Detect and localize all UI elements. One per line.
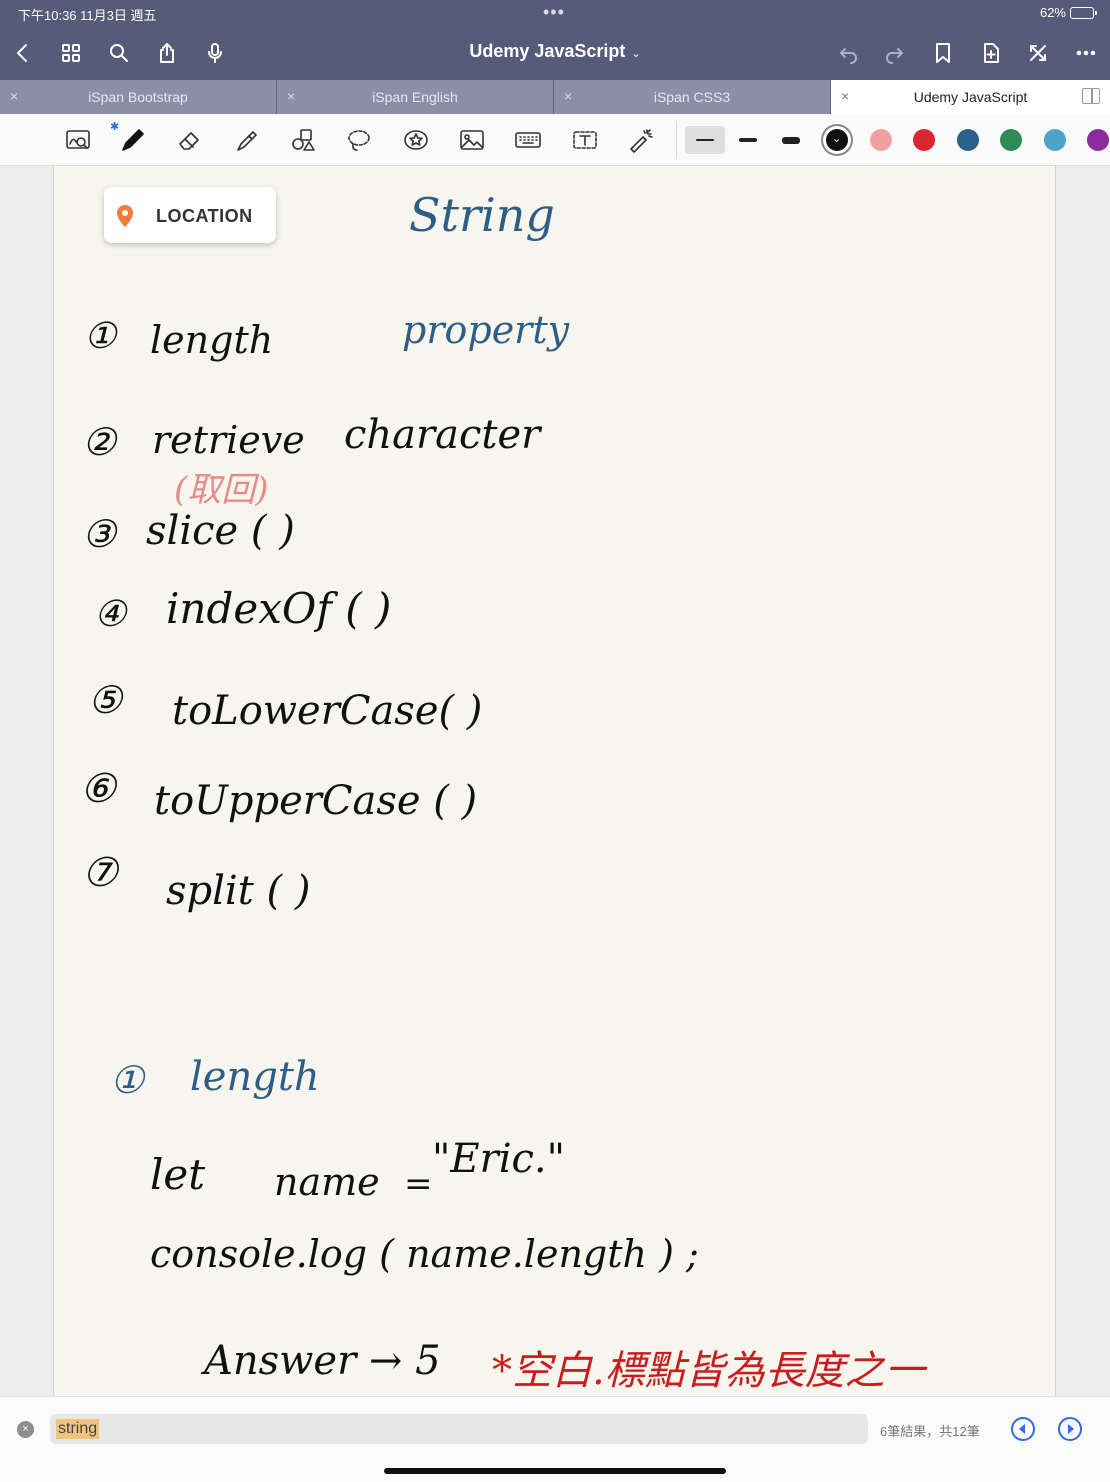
battery-icon [1070,6,1097,19]
notebook-page[interactable]: LOCATION String ① length property ② retr… [53,166,1056,1406]
drawing-toolbar: ✱ [0,114,1110,166]
add-page-icon[interactable] [976,38,1006,68]
note-title: String [409,188,555,242]
note-item-1: length [150,318,274,362]
location-sticker: LOCATION [104,187,276,243]
section-number: ① [110,1058,145,1102]
code-variable: name [274,1160,380,1204]
close-icon[interactable]: × [10,88,18,104]
status-bar: 下午10:36 11月3日 週五 ••• 62% [0,0,1110,26]
status-time: 下午10:36 11月3日 週五 [18,8,157,23]
location-pin-icon [117,205,133,227]
stroke-medium-option[interactable] [728,126,768,154]
color-swatch[interactable] [1043,129,1066,151]
undo-icon[interactable] [833,38,863,68]
color-swatch[interactable]: ⌄ [826,129,848,151]
nav-bar: Udemy JavaScript ⌄ [0,30,1110,76]
chevron-down-icon: ⌄ [832,133,842,145]
toolbar-divider [676,122,677,158]
tab-ispan-bootstrap[interactable]: × iSpan Bootstrap [0,80,277,114]
tab-label: iSpan CSS3 [653,89,731,105]
close-icon[interactable]: × [287,88,295,104]
stroke-thin-option[interactable] [685,126,725,154]
tab-ispan-english[interactable]: × iSpan English [277,80,554,114]
split-view-icon[interactable] [1082,88,1100,104]
code-let: let [150,1150,206,1199]
search-result-count: 6筆結果，共12筆 [880,1424,980,1439]
sticker-icon[interactable] [400,124,432,156]
note-item-2-object: character [344,412,541,458]
note-item-1-number: ① [84,316,117,357]
home-indicator [384,1468,726,1474]
clear-search-icon[interactable]: × [17,1421,34,1438]
search-input[interactable] [50,1414,868,1444]
tab-udemy-javascript[interactable]: × Udemy JavaScript [831,80,1110,114]
note-item-3: slice ( ) [146,508,295,554]
code-equals: = [404,1164,433,1204]
close-icon[interactable]: × [564,88,572,104]
text-box-icon[interactable] [569,124,601,156]
note-item-7-number: ⑦ [82,850,118,896]
tab-label: Udemy JavaScript [913,89,1028,105]
multitasking-dots[interactable]: ••• [543,2,565,23]
note-item-4: indexOf ( ) [166,584,392,633]
tab-ispan-css3[interactable]: × iSpan CSS3 [554,80,831,114]
color-swatch[interactable] [956,129,979,151]
battery-level: 62% [1039,5,1066,20]
highlighter-icon[interactable] [231,124,263,156]
note-item-7: split ( ) [166,868,311,914]
keyboard-icon[interactable] [512,124,544,156]
answer-line: Answer → 5 [204,1338,441,1384]
note-item-1-annotation: property [402,308,570,352]
redo-icon[interactable] [880,38,910,68]
image-icon[interactable] [456,124,488,156]
tab-label: iSpan English [372,89,458,105]
notebook-title-text: Udemy JavaScript [469,41,626,61]
pen-tool-icon[interactable] [117,124,149,156]
chevron-down-icon: ⌄ [631,48,641,60]
next-result-icon[interactable] [1058,1417,1082,1441]
battery-status: 62% [1039,5,1097,20]
previous-result-icon[interactable] [1011,1417,1035,1441]
section-title: length [190,1054,320,1100]
note-item-6-number: ⑥ [80,766,116,812]
tab-bar: × iSpan Bootstrap × iSpan English × iSpa… [0,80,1110,114]
search-query-highlight: string [56,1419,100,1439]
note-item-4-number: ④ [94,594,127,635]
more-icon[interactable] [1071,38,1101,68]
note-item-6: toUpperCase ( ) [154,778,478,824]
color-swatch[interactable] [1087,129,1109,151]
color-swatch[interactable] [869,129,892,151]
eraser-icon[interactable] [174,124,206,156]
note-item-2-number: ② [82,420,117,464]
shapes-icon[interactable] [287,124,319,156]
note-item-5-number: ⑤ [88,678,123,722]
note-item-2-annotation: (取回) [174,470,269,510]
close-icon[interactable]: × [841,88,849,104]
fullscreen-icon[interactable] [1023,38,1053,68]
stroke-thick-option[interactable] [771,126,811,154]
note-item-2: retrieve [152,418,305,462]
note-item-3-number: ③ [82,512,117,556]
lasso-icon[interactable] [343,124,375,156]
answer-annotation: *空白.標點皆為長度之一 [492,1348,925,1394]
tab-label: iSpan Bootstrap [88,89,188,105]
location-label: LOCATION [156,206,253,226]
code-string-value: "Eric." [432,1136,566,1182]
laser-pointer-icon[interactable] [625,124,657,156]
code-console-log: console.log ( name.length ) ; [150,1232,699,1276]
zoom-window-icon[interactable] [62,124,94,156]
top-bar: 下午10:36 11月3日 週五 ••• 62% Udemy JavaScrip… [0,0,1110,82]
note-item-5: toLowerCase( ) [172,688,483,734]
bookmark-icon[interactable] [928,38,958,68]
color-swatch[interactable] [1000,129,1022,151]
color-swatch[interactable] [913,129,935,151]
